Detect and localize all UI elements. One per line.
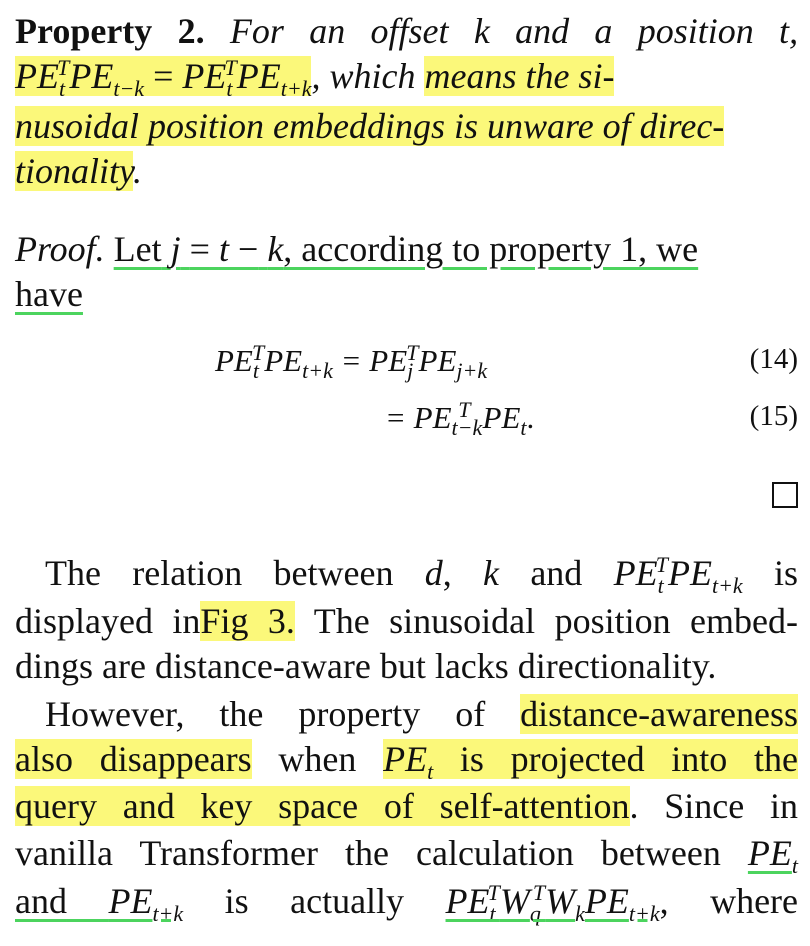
para2-text: However, the property of: [45, 694, 486, 734]
para2-line-3: query and key space of self-attention. S…: [15, 785, 798, 827]
highlight-query-key: query and key space of self-attention: [15, 786, 630, 826]
underlined-attention-term: PEtTWqTWkPEt+k: [445, 880, 660, 927]
highlight-means-2: nusoidal position embeddings is unware o…: [15, 106, 725, 146]
comma: ,: [789, 11, 799, 51]
para1-text: displayed in: [15, 601, 201, 641]
equals-sign: =: [153, 56, 174, 96]
var-k: k: [483, 553, 500, 593]
property-line-2: PEtTPEt−k = PEtTPEt+k, which means the s…: [15, 55, 615, 102]
var-d: d: [424, 553, 443, 593]
proof-underlined-text: Let j = t − k, according to property 1, …: [114, 229, 699, 269]
and-text: and: [530, 553, 583, 593]
period: .: [133, 151, 143, 191]
pe-term: PE: [236, 56, 281, 96]
para2-line-2: also disappears when PEt is projected in…: [15, 738, 798, 785]
para1-text: The sinusoidal position embed-: [313, 601, 798, 641]
highlight-also-disappears: also disappears: [15, 739, 252, 779]
and-text: and: [15, 881, 67, 921]
highlight-distance-awareness: distance-awareness: [520, 694, 798, 734]
para2-text: when: [278, 739, 357, 779]
equation-number-14: (14): [749, 343, 798, 375]
var-k: k: [473, 11, 490, 51]
which-text: , which: [311, 56, 416, 96]
highlight-means-3: tionality: [15, 151, 134, 191]
proof-line-2: have: [15, 273, 83, 315]
para2-line-1: However, the property of distance-awaren…: [15, 693, 798, 735]
para2-line-5: and PEt+k is actually PEtTWqTWkPEt+k, wh…: [15, 880, 799, 927]
property-statement-b: and a position: [515, 11, 754, 51]
para1-line-2: displayed inFig 3. The sinusoidal positi…: [15, 600, 798, 642]
underlined-pe-t: PEt: [747, 833, 799, 879]
property-equation: PEtTPEt−k = PEtTPEt+k: [15, 55, 312, 102]
pe-term: PE: [15, 56, 59, 96]
eq14-lhs: PE: [215, 343, 253, 378]
proof-rest-text: , according to property 1, we: [283, 229, 699, 269]
equation-15: = PEt−kT PEt.: [385, 396, 535, 441]
property-line-3: nusoidal position embeddings is unware o…: [15, 105, 725, 147]
para2-text: vanilla Transformer the calculation betw…: [15, 833, 721, 873]
proof-line-1: Proof. Let j = t − k, according to prope…: [15, 228, 698, 270]
minus-sign: −: [238, 229, 259, 269]
have-text: have: [15, 274, 83, 314]
para1-text: dings are distance-aware but lacks direc…: [15, 646, 717, 686]
projected-text: is projected into the: [459, 739, 798, 779]
let-text: Let: [113, 229, 162, 269]
property-label: Property 2.: [15, 11, 205, 51]
para2-text: . Since in: [629, 786, 799, 826]
highlight-projected: PEt is projected into the: [383, 739, 798, 785]
eq15-rhs: = PE: [385, 400, 452, 435]
equation-14: PEtTPEt+k = PEjTPEj+k: [215, 339, 488, 384]
equals-sign: =: [189, 229, 210, 269]
var-k: k: [267, 229, 284, 269]
pe-term: PE: [182, 56, 227, 96]
property-statement-a: For an offset: [229, 11, 449, 51]
para2-line-4: vanilla Transformer the calculation betw…: [15, 832, 799, 879]
highlight-means-1: means the si-: [424, 56, 615, 96]
qed-square-icon: [772, 482, 798, 508]
comma: ,: [442, 553, 452, 593]
is-text: is: [773, 553, 798, 593]
var-t: t: [779, 11, 790, 51]
para1-equation: PEtTPEt+k: [613, 552, 743, 599]
para1-text: The relation between: [45, 553, 394, 593]
para1-line-3: dings are distance-aware but lacks direc…: [15, 645, 716, 687]
para1-line-1: The relation between d, k and PEtTPEt+k …: [15, 552, 798, 599]
para2-text: , where: [659, 881, 799, 921]
var-t: t: [218, 229, 229, 269]
eq14-rhs: = PE: [340, 343, 408, 378]
var-j: j: [170, 229, 181, 269]
underlined-and-pe: and PEt+k: [15, 881, 184, 927]
proof-label: Proof.: [15, 229, 105, 269]
pe-term: PE: [69, 56, 114, 96]
property-line-4: tionality.: [15, 150, 142, 192]
equation-number-15: (15): [749, 400, 798, 432]
property-line-1: Property 2. For an offset k and a positi…: [15, 10, 798, 52]
fig-reference-link[interactable]: Fig 3.: [200, 601, 295, 641]
para2-text: is actually: [224, 881, 405, 921]
